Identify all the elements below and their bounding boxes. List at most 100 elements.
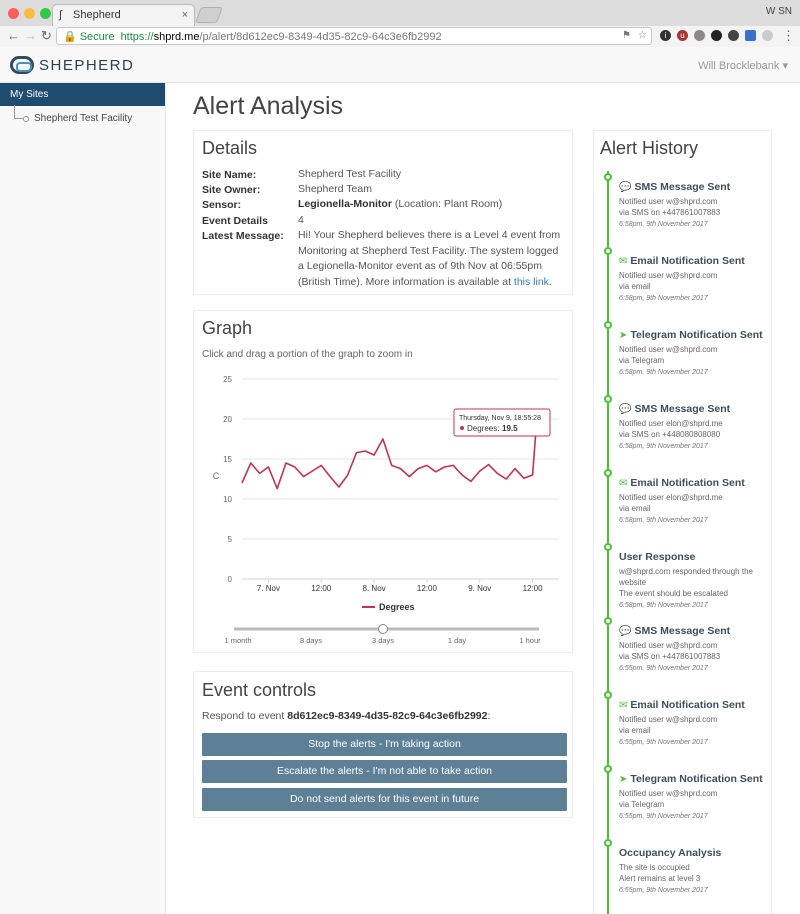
site-owner-value: Shepherd Team — [298, 183, 372, 195]
range-slider-handle[interactable] — [378, 624, 388, 634]
history-item: ✉ Email Notification Sent Notified user el… — [619, 477, 771, 526]
history-item-time: 6:55pm, 9th November 2017 — [619, 887, 708, 894]
alert-history-heading: Alert History — [600, 138, 699, 158]
history-item-channel: via Telegram — [619, 356, 665, 365]
timeline-node — [604, 839, 612, 847]
history-item-title: 💬 SMS Message Sent — [619, 403, 771, 416]
reload-icon[interactable]: ↻ — [41, 28, 52, 44]
tooltip-label: Degrees: — [467, 424, 499, 433]
history-item-detail: Notified user elon@shprd.me — [619, 493, 723, 502]
y-tick-label: 25 — [223, 375, 232, 384]
history-item-title: User Response — [619, 551, 771, 564]
sms-icon: 💬 — [619, 182, 632, 193]
history-item-detail: Notified user elon@shprd.me — [619, 419, 723, 428]
y-tick-label: 0 — [228, 575, 233, 584]
mute-event-button[interactable]: Do not send alerts for this event in fut… — [202, 788, 567, 811]
envelope-icon: ✉ — [619, 700, 628, 711]
history-item-detail: Notified user w@shprd.com — [619, 641, 718, 650]
sidebar: My Sites Shepherd Test Facility — [0, 83, 166, 914]
y-axis-label: C — [213, 471, 220, 481]
history-item-title-text: Occupancy Analysis — [619, 847, 722, 859]
history-item-channel: via email — [619, 726, 651, 735]
app-header: SHEPHERD Will Brocklebank ▾ — [0, 47, 800, 83]
sms-icon: 💬 — [619, 404, 632, 415]
respond-text: Respond to event 8d612ec9-8349-4d35-82c9… — [202, 710, 490, 722]
translate-icon[interactable]: ⚑ — [622, 30, 631, 41]
back-icon[interactable]: ← — [7, 28, 20, 44]
history-item-detail: Notified user w@shprd.com — [619, 345, 718, 354]
shepherd-logo[interactable]: SHEPHERD — [10, 56, 134, 74]
history-item: 💬 SMS Message Sent Notified user w@shprd.c… — [619, 625, 771, 674]
history-item-title-text: SMS Message Sent — [634, 181, 731, 193]
latest-message-label: Latest Message: — [202, 230, 284, 242]
respond-suffix: : — [487, 710, 491, 722]
history-item-detail: Notified user w@shprd.com — [619, 197, 718, 206]
layers-extension-icon[interactable] — [711, 30, 722, 41]
latest-message-end: . — [548, 275, 552, 288]
sidebar-item-facility[interactable]: Shepherd Test Facility — [0, 105, 165, 127]
tooltip-date: Thursday, Nov 9, 18:55:28 — [459, 415, 541, 422]
new-tab-button[interactable] — [195, 7, 223, 23]
escalate-alerts-button[interactable]: Escalate the alerts - I'm not able to ta… — [202, 760, 567, 783]
history-item-title-text: SMS Message Sent — [634, 625, 731, 637]
history-item-time: 6:58pm, 9th November 2017 — [619, 221, 708, 228]
alert-history-panel: Alert History 💬 SMS Message Sent Notified … — [593, 130, 772, 914]
timeline-node — [604, 321, 612, 329]
timeline-node — [604, 691, 612, 699]
history-item-title: ➤ Telegram Notification Sent — [619, 773, 771, 786]
history-item-time: 6:58pm, 9th November 2017 — [619, 602, 708, 609]
info-extension-icon[interactable]: i — [660, 30, 671, 41]
y-tick-label: 5 — [228, 535, 233, 544]
history-item-title: ✉ Email Notification Sent — [619, 477, 771, 490]
history-item-detail: Notified user w@shprd.com — [619, 271, 718, 280]
envelope-icon: ✉ — [619, 256, 628, 267]
history-item-channel: via email — [619, 282, 651, 291]
minimize-window-button[interactable] — [24, 8, 35, 19]
history-item-title: 💬 SMS Message Sent — [619, 625, 771, 638]
shepherd-logo-icon — [10, 56, 34, 74]
sidebar-item-label: Shepherd Test Facility — [34, 113, 133, 124]
profile-label[interactable]: W SN — [766, 6, 792, 17]
maximize-window-button[interactable] — [40, 8, 51, 19]
history-item-detail: Notified user w@shprd.com — [619, 789, 718, 798]
history-item: Occupancy Analysis The site is occupied Al… — [619, 847, 771, 896]
y-tick-label: 10 — [223, 495, 232, 504]
envelope-icon: ✉ — [619, 478, 628, 489]
compass-extension-icon[interactable] — [728, 30, 739, 41]
history-item-title-text: Email Notification Sent — [630, 699, 745, 711]
screenshot-extension-icon[interactable] — [745, 30, 756, 41]
address-bar[interactable]: 🔒 Secure https://shprd.me/p/alert/8d612ec9… — [56, 27, 652, 45]
more-info-link[interactable]: this link — [514, 276, 549, 288]
menu-icon[interactable]: ⋮ — [782, 28, 795, 44]
telegram-plane-icon: ➤ — [619, 330, 628, 341]
y-tick-label: 15 — [223, 455, 232, 464]
temperature-chart[interactable]: 0 5 10 15 20 25 C 7. Nov 12:00 8. Nov 12:00 9. Nov 1… — [194, 366, 572, 652]
page-title: Alert Analysis — [193, 92, 344, 120]
telegram-plane-icon: ➤ — [619, 774, 628, 785]
range-label: 1 day — [448, 636, 467, 645]
history-item-title: ✉ Email Notification Sent — [619, 699, 771, 712]
history-item-detail: Notified user w@shprd.com — [619, 715, 718, 724]
shield-extension-icon[interactable] — [694, 30, 705, 41]
user-menu[interactable]: Will Brocklebank ▾ — [698, 59, 788, 72]
history-item-title: ➤ Telegram Notification Sent — [619, 329, 771, 342]
browser-tab[interactable]: ∫ Shepherd × — [52, 4, 195, 26]
range-label: 1 month — [224, 636, 251, 645]
event-details-value: 4 — [298, 214, 304, 226]
history-item-title-text: User Response — [619, 551, 696, 563]
site-name-value: Shepherd Test Facility — [298, 168, 402, 180]
sidebar-item-my-sites[interactable]: My Sites — [0, 83, 165, 106]
stop-alerts-button[interactable]: Stop the alerts - I'm taking action — [202, 733, 567, 756]
pocket-extension-icon[interactable] — [762, 30, 773, 41]
history-item: 💬 SMS Message Sent Notified user elon@shpr… — [619, 403, 771, 452]
url-host: shprd.me — [153, 31, 200, 43]
event-id: 8d612ec9-8349-4d35-82c9-64c3e6fb2992 — [287, 710, 488, 722]
history-item-title-text: Email Notification Sent — [630, 255, 745, 267]
close-tab-icon[interactable]: × — [182, 9, 188, 21]
bookmark-star-icon[interactable]: ☆ — [638, 30, 647, 41]
history-item-time: 6:58pm, 9th November 2017 — [619, 517, 708, 524]
close-window-button[interactable] — [8, 8, 19, 19]
forward-icon[interactable]: → — [24, 28, 37, 44]
sensor-value: Legionella-Monitor (Location: Plant Room… — [298, 197, 564, 213]
ublock-extension-icon[interactable]: u — [677, 30, 688, 41]
